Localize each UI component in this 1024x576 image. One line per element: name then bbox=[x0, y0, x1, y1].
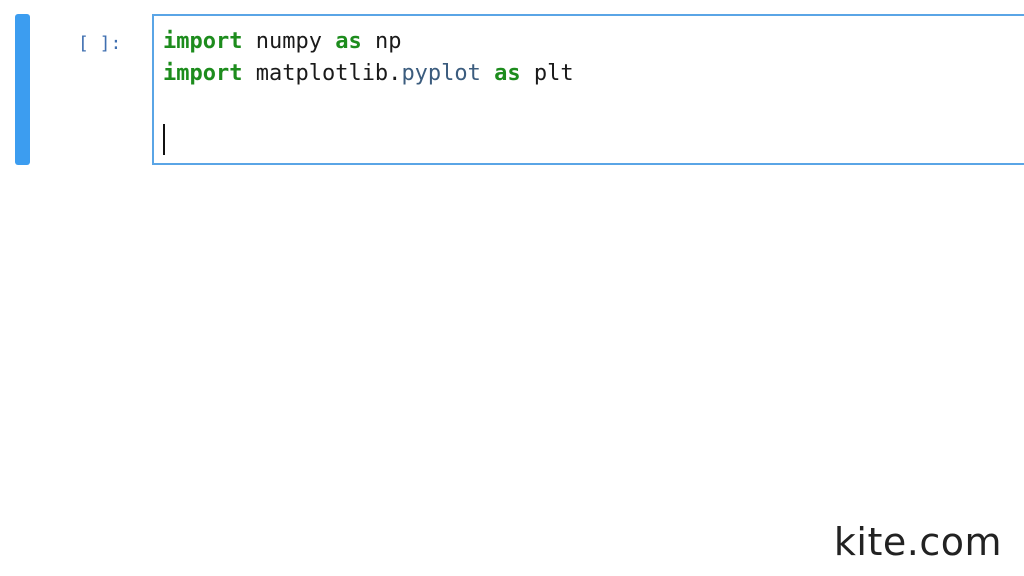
text-cursor bbox=[163, 124, 165, 155]
code-keyword: as bbox=[335, 29, 362, 54]
watermark-logo-text: kite.com bbox=[833, 520, 1002, 564]
code-token: plt bbox=[520, 61, 574, 86]
code-line: import matplotlib.pyplot as plt bbox=[163, 58, 574, 90]
code-area[interactable]: import numpy as np import matplotlib.pypl… bbox=[163, 26, 574, 122]
code-line: import numpy as np bbox=[163, 26, 574, 58]
code-keyword: import bbox=[163, 61, 243, 86]
cell-prompt: [ ]: bbox=[78, 33, 122, 54]
cell-collapser-bar[interactable] bbox=[15, 14, 30, 165]
code-keyword: as bbox=[494, 61, 521, 86]
notebook-page: [ ]: import numpy as np import matplotlib… bbox=[0, 0, 1024, 576]
code-attribute: pyplot bbox=[401, 61, 481, 86]
code-token: np bbox=[361, 29, 402, 54]
code-token: matplotlib. bbox=[242, 61, 402, 86]
code-token: numpy bbox=[242, 29, 336, 54]
code-keyword: import bbox=[163, 29, 243, 54]
code-cell-editor[interactable]: import numpy as np import matplotlib.pypl… bbox=[152, 14, 1024, 165]
